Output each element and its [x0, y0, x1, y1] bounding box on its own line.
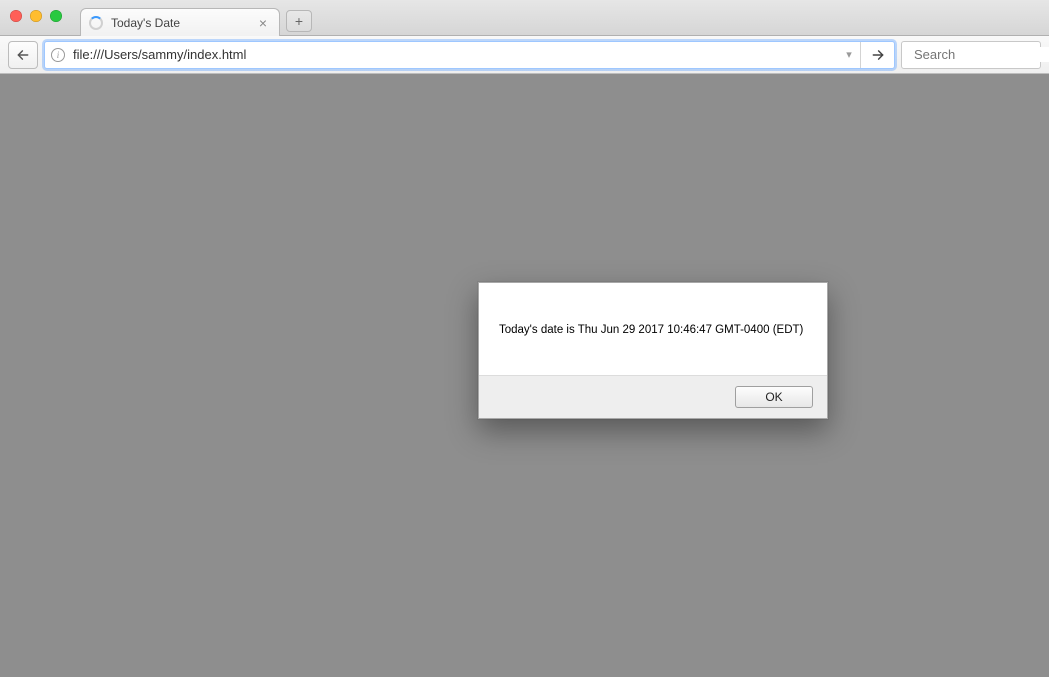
site-info-button[interactable]: i [45, 48, 71, 62]
plus-icon: + [295, 13, 303, 29]
tab-close-button[interactable]: × [255, 15, 271, 31]
search-box[interactable] [901, 41, 1041, 69]
address-dropdown-button[interactable]: ▾ [838, 48, 860, 61]
arrow-left-icon [16, 48, 30, 62]
chevron-down-icon: ▾ [846, 49, 852, 61]
arrow-right-icon [871, 48, 885, 62]
url-input[interactable] [71, 42, 838, 68]
alert-dialog: Today's date is Thu Jun 29 2017 10:46:47… [478, 282, 828, 419]
alert-ok-button[interactable]: OK [735, 386, 813, 408]
browser-tab[interactable]: Today's Date × [80, 8, 280, 36]
address-bar[interactable]: i ▾ [44, 41, 895, 69]
tab-title: Today's Date [111, 16, 255, 30]
window-close-button[interactable] [10, 10, 22, 22]
new-tab-button[interactable]: + [286, 10, 312, 32]
search-input[interactable] [914, 47, 1049, 62]
alert-body: Today's date is Thu Jun 29 2017 10:46:47… [479, 283, 827, 375]
titlebar: Today's Date × + [0, 0, 1049, 36]
toolbar: i ▾ [0, 36, 1049, 74]
alert-message: Today's date is Thu Jun 29 2017 10:46:47… [499, 322, 803, 338]
loading-spinner-icon [89, 16, 103, 30]
alert-footer: OK [479, 375, 827, 418]
back-button[interactable] [8, 41, 38, 69]
info-icon: i [51, 48, 65, 62]
go-button[interactable] [860, 42, 894, 68]
tab-strip: Today's Date × + [80, 0, 312, 35]
window-zoom-button[interactable] [50, 10, 62, 22]
traffic-lights [10, 10, 62, 22]
window-minimize-button[interactable] [30, 10, 42, 22]
